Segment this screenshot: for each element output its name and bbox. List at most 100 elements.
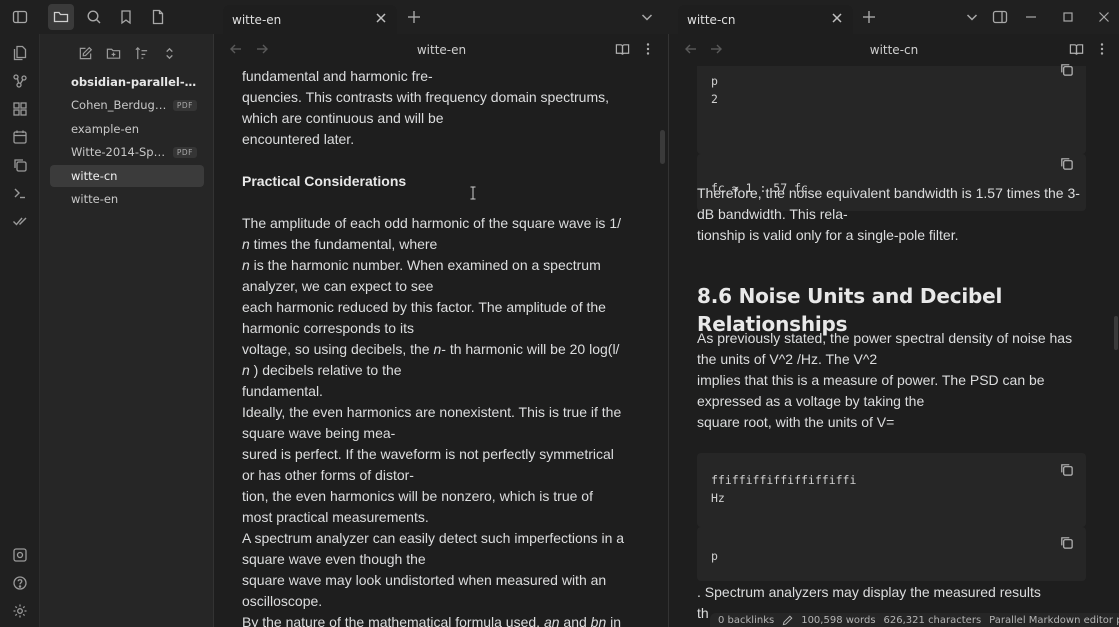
sidebar-toggle-icon (12, 10, 28, 24)
list-item[interactable]: witte-en (50, 188, 204, 210)
help-icon (13, 576, 27, 590)
open-quick-switcher-button[interactable] (8, 41, 32, 65)
close-tab-button[interactable] (830, 11, 844, 25)
text-line: As previously stated, the power spectral… (697, 330, 1073, 346)
copy-code-button[interactable] (1059, 535, 1074, 550)
copy-icon (1061, 64, 1073, 76)
copy-icon (1061, 158, 1073, 170)
list-item[interactable]: witte-cn (50, 165, 204, 187)
copy-code-button[interactable] (1059, 156, 1074, 171)
file-explorer: obsidian-parallel-mar... Cohen_Berdugo-.… (40, 34, 214, 627)
settings-button[interactable] (8, 599, 32, 623)
code-line: ffiffiffiffiffiffiffi (711, 473, 857, 487)
text-line: oscilloscope. (242, 593, 323, 609)
sort-button[interactable] (129, 42, 153, 64)
text-line: voltage, so using decibels, the n- th ha… (242, 339, 637, 360)
code-block[interactable]: p 2 (697, 64, 1086, 154)
view-title[interactable]: witte-en (215, 43, 668, 57)
plugin-status[interactable]: Parallel Markdown editor plugin (989, 615, 1119, 626)
new-tab-button[interactable] (401, 4, 427, 30)
bookmarks-button[interactable] (113, 4, 139, 30)
list-item[interactable]: Cohen_Berdugo-... PDF (50, 94, 204, 116)
text-line: Therefore, the noise equivalent bandwidt… (697, 185, 1080, 201)
command-palette-button[interactable] (8, 181, 32, 205)
chevron-down-icon (966, 14, 978, 21)
code-block[interactable]: ffiffiffiffiffiffiffi Hz (697, 453, 1086, 527)
close-window-button[interactable] (1091, 4, 1117, 30)
code-block[interactable]: p (697, 527, 1086, 581)
reading-view-button[interactable] (1069, 42, 1084, 57)
new-note-button[interactable] (73, 42, 97, 64)
edit-icon[interactable] (782, 615, 793, 626)
check-icon (13, 217, 27, 226)
code-line: p (711, 74, 718, 88)
new-note-button[interactable] (145, 4, 171, 30)
tab-witte-cn[interactable]: witte-cn (678, 5, 853, 34)
paragraph[interactable]: Therefore, the noise equivalent bandwidt… (697, 183, 1097, 246)
text-line: implies that this is a measure of power.… (697, 372, 1045, 388)
new-tab-button[interactable] (856, 4, 882, 30)
text-line: square root, with the units of V= (697, 414, 895, 430)
maximize-button[interactable] (1055, 4, 1081, 30)
tab-witte-en[interactable]: witte-en (223, 5, 397, 34)
tab-list-button[interactable] (634, 4, 660, 30)
more-options-button[interactable] (641, 42, 655, 56)
backlinks-count[interactable]: 0 backlinks (718, 615, 774, 626)
file-name: witte-en (71, 192, 119, 206)
daily-note-button[interactable] (8, 125, 32, 149)
more-options-button[interactable] (1095, 42, 1109, 56)
open-vault-button[interactable] (8, 543, 32, 567)
text-line: or has other forms of distor- (242, 467, 414, 483)
text-span: and (559, 614, 591, 627)
list-item[interactable]: Witte-2014-Spect... PDF (50, 141, 204, 163)
file-explorer-button[interactable] (48, 4, 74, 30)
canvas-button[interactable] (8, 97, 32, 121)
text-line: sured is perfect. If the waveform is not… (242, 446, 614, 462)
close-tab-button[interactable] (374, 11, 388, 25)
view-header: witte-cn (669, 34, 1119, 66)
text-span: By the nature of the mathematical formul… (242, 614, 544, 627)
list-item[interactable]: example-en (50, 118, 204, 140)
text-line: By the nature of the mathematical formul… (242, 612, 637, 627)
text-line: analyzer, we can expect to see (242, 278, 434, 294)
text-span: ) decibels relative to the (249, 362, 402, 378)
more-vertical-icon (1100, 43, 1104, 55)
view-title[interactable]: witte-cn (669, 43, 1119, 57)
left-note-content[interactable]: fundamental and harmonic fre- quencies. … (242, 66, 637, 627)
tasks-button[interactable] (8, 209, 32, 233)
scrollbar-thumb[interactable] (660, 130, 665, 164)
italic-n: n (242, 257, 250, 273)
chevron-down-icon (641, 14, 653, 21)
new-folder-button[interactable] (101, 42, 125, 64)
text-line: each harmonic reduced by this factor. Th… (242, 299, 606, 315)
help-button[interactable] (8, 571, 32, 595)
bookmark-icon (121, 10, 131, 25)
graph-view-button[interactable] (8, 69, 32, 93)
toggle-sidebar-button[interactable] (7, 4, 33, 30)
minimize-button[interactable] (1018, 4, 1044, 30)
collapse-all-button[interactable] (157, 42, 181, 64)
text-line: most practical measurements. (242, 509, 429, 525)
settings-icon (13, 604, 27, 618)
reading-view-button[interactable] (615, 42, 630, 57)
scrollbar-thumb[interactable] (1114, 316, 1118, 350)
copy-code-button[interactable] (1059, 462, 1074, 477)
search-button[interactable] (81, 4, 107, 30)
toggle-right-sidebar-button[interactable] (987, 4, 1013, 30)
text-span: in (606, 614, 622, 627)
pdf-badge: PDF (172, 99, 197, 111)
italic-bn: bn (590, 614, 607, 627)
right-editor-pane: witte-cn p 2 fc ≈ 1 : 57 fc Therefore, t… (669, 34, 1119, 627)
tab-list-button[interactable] (959, 4, 985, 30)
book-open-icon (1069, 44, 1084, 55)
paragraph[interactable]: As previously stated, the power spectral… (697, 328, 1097, 433)
vault-folder[interactable]: obsidian-parallel-mar... (50, 71, 204, 93)
minimize-icon (1026, 16, 1036, 18)
copy-code-button[interactable] (1059, 62, 1074, 77)
italic-n: n (242, 236, 250, 252)
tab-label: witte-en (232, 12, 282, 27)
word-count: 100,598 words (801, 614, 876, 626)
folder-name: obsidian-parallel-mar... (71, 75, 201, 89)
search-icon (87, 10, 101, 24)
templates-button[interactable] (8, 153, 32, 177)
